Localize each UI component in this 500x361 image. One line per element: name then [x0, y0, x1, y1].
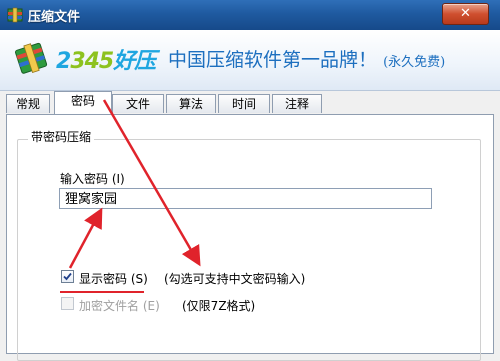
- password-input-label: 输入密码 (I): [60, 172, 125, 186]
- slogan-text: 中国压缩软件第一品牌！: [168, 49, 378, 71]
- close-button[interactable]: ✕: [442, 3, 489, 25]
- tab-files[interactable]: 文件: [112, 94, 164, 113]
- tab-algorithm[interactable]: 算法: [166, 94, 216, 113]
- checkmark-icon: [63, 272, 72, 281]
- annotation-underline: [60, 291, 144, 293]
- haozip-logo-icon: [14, 42, 48, 74]
- title-bar: 压缩文件 ✕: [0, 0, 500, 30]
- show-password-checkbox[interactable]: [61, 270, 74, 283]
- archive-app-icon: [7, 7, 23, 23]
- slogan-subtext: (永久免费): [383, 55, 446, 70]
- close-icon: ✕: [460, 6, 471, 21]
- tab-time[interactable]: 时间: [218, 94, 270, 113]
- tab-password[interactable]: 密码: [54, 91, 112, 114]
- encrypt-filenames-note: (仅限7Z格式): [182, 299, 256, 313]
- encrypt-filenames-checkbox[interactable]: [61, 297, 74, 310]
- encrypt-filenames-label[interactable]: 加密文件名 (E): [79, 297, 160, 314]
- tab-comment[interactable]: 注释: [272, 94, 322, 113]
- window-title: 压缩文件: [28, 10, 81, 25]
- password-input[interactable]: 狸窝家园: [59, 188, 432, 209]
- tab-general[interactable]: 常规: [6, 94, 50, 113]
- brand-logo-text: 2345好压: [56, 49, 156, 74]
- brand-slogan: 中国压缩软件第一品牌！ (永久免费): [168, 45, 445, 72]
- show-password-note: (勾选可支持中文密码输入): [164, 272, 306, 286]
- password-group-title: 带密码压缩: [28, 128, 95, 145]
- show-password-label[interactable]: 显示密码 (S): [79, 270, 148, 287]
